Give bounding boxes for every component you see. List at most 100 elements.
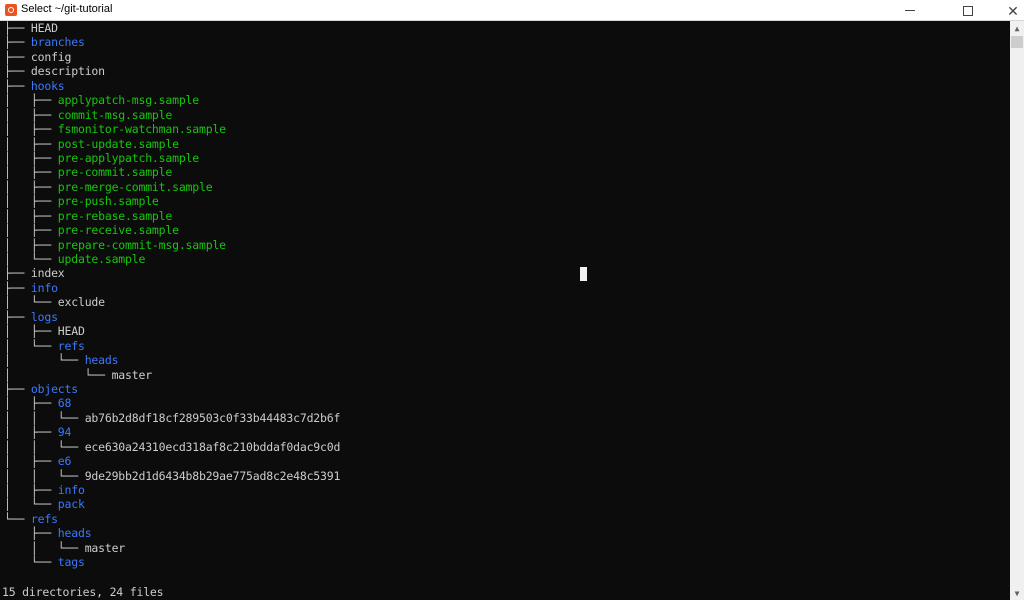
maximize-icon: [963, 5, 973, 16]
tree-branch-connector: │ ├──: [4, 324, 58, 339]
file-name: applypatch-msg.sample: [57, 93, 199, 108]
tree-file-row: │ ├── pre-merge-commit.sample: [4, 180, 340, 194]
minimize-button[interactable]: [887, 0, 933, 21]
tree-directory-row: ├── objects: [4, 382, 340, 396]
tree-branch-connector: │ │ └──: [4, 468, 85, 483]
tree-directory-row: ├── hooks: [4, 79, 340, 93]
tree-branch-connector: │ ├──: [4, 396, 58, 411]
tree-file-row: │ ├── applypatch-msg.sample: [4, 93, 340, 107]
tree-branch-connector: └──: [4, 555, 58, 570]
tree-directory-row: │ ├── e6: [4, 454, 340, 468]
tree-branch-connector: │ ├──: [4, 136, 58, 151]
file-name: update.sample: [57, 252, 146, 266]
tree-branch-connector: ├──: [4, 309, 31, 324]
directory-name: info: [57, 483, 85, 497]
file-name: HEAD: [30, 21, 58, 35]
tree-file-row: │ └── update.sample: [4, 252, 340, 266]
scroll-up-arrow-icon[interactable]: ▲: [1010, 21, 1024, 35]
directory-name: refs: [30, 511, 58, 526]
tree-directory-row: │ └── refs: [4, 339, 340, 353]
tree-file-row: │ └── master: [4, 541, 340, 555]
directory-name: tags: [57, 555, 85, 570]
scroll-down-arrow-icon[interactable]: ▼: [1010, 586, 1024, 600]
tree-branch-connector: ├──: [4, 78, 31, 93]
tree-branch-connector: ├──: [4, 381, 31, 396]
tree-branch-connector: ├──: [4, 21, 31, 35]
ubuntu-app-icon[interactable]: [5, 4, 17, 16]
tree-branch-connector: │ ├──: [4, 454, 58, 469]
file-name: pre-applypatch.sample: [57, 150, 199, 165]
tree-summary: 15 directories, 24 files: [2, 584, 164, 599]
tree-file-row: │ ├── prepare-commit-msg.sample: [4, 238, 340, 252]
tree-branch-connector: │ ├──: [4, 179, 58, 194]
tree-file-row: ├── HEAD: [4, 21, 340, 35]
file-name: config: [30, 49, 72, 64]
directory-name: hooks: [30, 78, 65, 93]
tree-file-row: │ ├── commit-msg.sample: [4, 108, 340, 122]
maximize-button[interactable]: [945, 0, 991, 21]
tree-output: ├── HEAD ├── branches ├── config ├── descri…: [4, 21, 340, 584]
directory-name: heads: [84, 353, 119, 368]
file-name: pre-commit.sample: [57, 165, 173, 180]
tree-branch-connector: │ ├──: [4, 223, 58, 238]
tree-directory-row: ├── heads: [4, 526, 340, 540]
directory-name: objects: [30, 381, 78, 396]
file-name: 9de29bb2d1d6434b8b29ae775ad8c2e48c5391: [84, 468, 341, 483]
tree-file-row: │ ├── pre-commit.sample: [4, 165, 340, 179]
tree-file-row: │ ├── fsmonitor-watchman.sample: [4, 122, 340, 136]
file-name: HEAD: [57, 324, 85, 339]
file-name: pre-merge-commit.sample: [57, 179, 213, 194]
file-name: master: [111, 367, 153, 382]
tree-branch-connector: └──: [4, 511, 31, 526]
file-name: commit-msg.sample: [57, 107, 173, 122]
directory-name: pack: [57, 497, 85, 512]
tree-file-row: ├── config: [4, 50, 340, 64]
vertical-scrollbar[interactable]: ▲ ▼: [1010, 21, 1024, 600]
tree-directory-row: ├── logs: [4, 310, 340, 324]
text-cursor: [580, 267, 587, 281]
tree-branch-connector: │ ├──: [4, 122, 58, 137]
directory-name: e6: [57, 454, 72, 469]
tree-branch-connector: ├──: [4, 280, 31, 295]
tree-directory-row: └── tags: [4, 555, 340, 569]
file-name: master: [84, 540, 126, 555]
tree-file-row: │ │ └── ab76b2d8df18cf289503c0f33b44483c…: [4, 411, 340, 425]
tree-file-row: │ ├── pre-receive.sample: [4, 223, 340, 237]
tree-branch-connector: │ ├──: [4, 93, 58, 108]
window-title: Select ~/git-tutorial: [21, 3, 113, 15]
tree-branch-connector: │ │ └──: [4, 439, 85, 454]
file-name: fsmonitor-watchman.sample: [57, 122, 226, 137]
directory-name: heads: [57, 526, 92, 541]
scrollbar-thumb[interactable]: [1011, 36, 1023, 48]
tree-file-row: │ ├── pre-push.sample: [4, 194, 340, 208]
tree-file-row: │ ├── HEAD: [4, 324, 340, 338]
tree-branch-connector: │ └──: [4, 540, 85, 555]
tree-branch-connector: │ └──: [4, 497, 58, 512]
file-name: ece630a24310ecd318af8c210bddaf0dac9c0d: [84, 439, 341, 454]
tree-branch-connector: │ ├──: [4, 483, 58, 497]
tree-file-row: │ ├── pre-rebase.sample: [4, 209, 340, 223]
tree-branch-connector: │ └──: [4, 252, 58, 266]
tree-branch-connector: │ ├──: [4, 237, 58, 252]
tree-file-row: │ │ └── 9de29bb2d1d6434b8b29ae775ad8c2e4…: [4, 469, 340, 483]
file-name: prepare-commit-msg.sample: [57, 237, 226, 252]
directory-name: info: [30, 280, 58, 295]
tree-branch-connector: ├──: [4, 526, 58, 541]
directory-name: branches: [30, 35, 85, 50]
close-button[interactable]: ✕: [990, 0, 1024, 21]
tree-branch-connector: │ ├──: [4, 208, 58, 223]
tree-branch-connector: ├──: [4, 35, 31, 50]
tree-branch-connector: │ ├──: [4, 425, 58, 440]
tree-directory-row: ├── info: [4, 281, 340, 295]
directory-name: 94: [57, 425, 72, 440]
directory-name: 68: [57, 396, 72, 411]
tree-file-row: │ ├── post-update.sample: [4, 137, 340, 151]
directory-name: logs: [30, 309, 58, 324]
tree-branch-connector: │ └──: [4, 338, 58, 353]
file-name: description: [30, 64, 105, 79]
tree-directory-row: │ ├── 68: [4, 396, 340, 410]
terminal-output[interactable]: ├── HEAD ├── branches ├── config ├── descri…: [0, 21, 1010, 600]
tree-branch-connector: ├──: [4, 266, 31, 281]
tree-file-row: │ └── exclude: [4, 295, 340, 309]
file-name: pre-receive.sample: [57, 223, 179, 238]
